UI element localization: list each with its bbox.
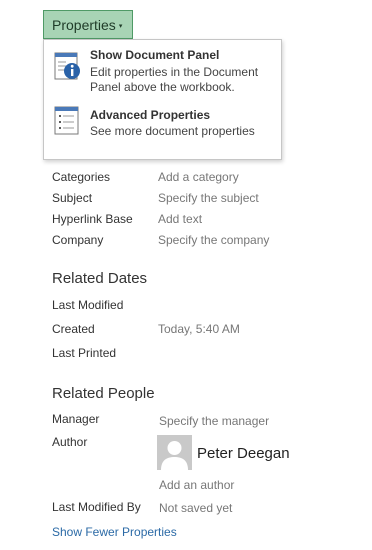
menu-item-show-document-panel[interactable]: Show Document Panel Edit properties in t… — [44, 46, 281, 98]
add-author-field[interactable]: Add an author — [159, 478, 234, 492]
last-printed-label: Last Printed — [52, 346, 117, 360]
last-modified-by-label: Last Modified By — [52, 500, 141, 514]
created-value: Today, 5:40 AM — [158, 322, 240, 336]
author-label: Author — [52, 435, 88, 449]
categories-field[interactable]: Add a category — [158, 170, 239, 184]
hyperlink-base-field[interactable]: Add text — [158, 212, 202, 226]
created-label: Created — [52, 322, 95, 336]
menu-item-description: See more document properties — [90, 124, 255, 138]
hyperlink-base-label: Hyperlink Base — [52, 212, 133, 226]
company-label: Company — [52, 233, 104, 247]
manager-field[interactable]: Specify the manager — [159, 414, 269, 428]
subject-field[interactable]: Specify the subject — [158, 191, 259, 205]
menu-item-title: Advanced Properties — [90, 108, 211, 122]
related-dates-heading: Related Dates — [52, 270, 148, 287]
advanced-properties-icon — [54, 106, 80, 136]
related-people-heading: Related People — [52, 385, 155, 402]
last-modified-by-value: Not saved yet — [159, 501, 233, 515]
show-fewer-properties-link[interactable]: Show Fewer Properties — [52, 525, 177, 539]
avatar — [157, 435, 192, 470]
chevron-down-icon: ▾ — [118, 22, 123, 30]
menu-item-description: Edit properties in the Document Panel ab… — [90, 65, 259, 94]
last-modified-label: Last Modified — [52, 298, 124, 312]
properties-dropdown-button[interactable]: Properties ▾ — [43, 10, 133, 39]
properties-button-label: Properties — [52, 16, 116, 33]
menu-item-advanced-properties[interactable]: Advanced Properties See more document pr… — [44, 102, 281, 142]
subject-label: Subject — [52, 191, 93, 205]
manager-label: Manager — [52, 412, 100, 426]
document-panel-icon — [54, 52, 80, 82]
properties-menu: Show Document Panel Edit properties in t… — [43, 39, 282, 160]
author-name[interactable]: Peter Deegan — [197, 445, 290, 462]
person-icon — [157, 435, 192, 470]
categories-label: Categories — [52, 170, 111, 184]
menu-item-title: Show Document Panel — [90, 48, 220, 62]
company-field[interactable]: Specify the company — [158, 233, 269, 247]
